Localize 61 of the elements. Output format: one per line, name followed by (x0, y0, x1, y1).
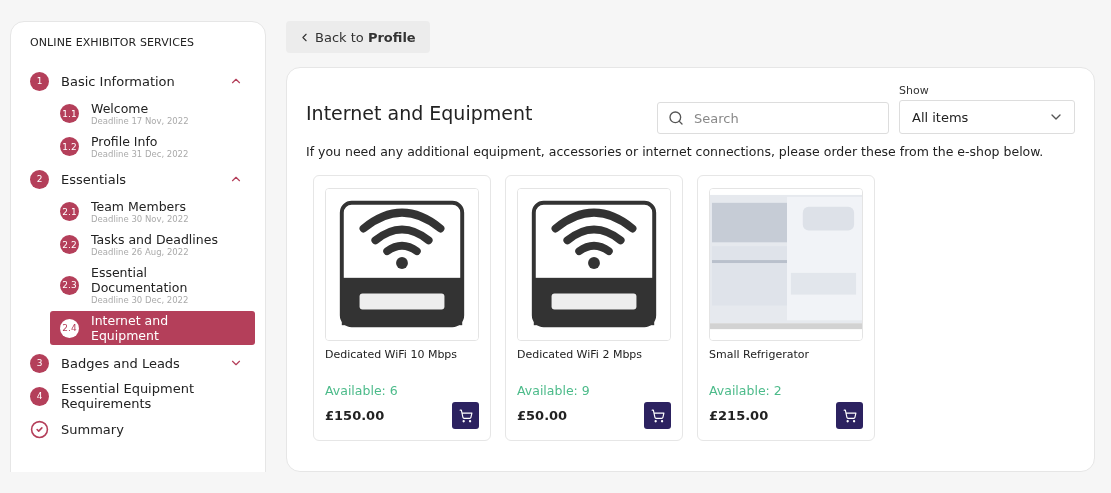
product-name: Dedicated WiFi 10 Mbps (325, 348, 459, 361)
product-name: Dedicated WiFi 2 Mbps (517, 348, 644, 361)
sidebar-title: ONLINE EXHIBITOR SERVICES (30, 36, 196, 49)
search-field[interactable]: Search (657, 102, 889, 134)
sidebar-item[interactable]: 2.1 Team Members Deadline 30 Nov, 2022 (50, 197, 255, 226)
section-label: Essential Equipment Requirements (61, 381, 195, 411)
product-price: £50.00 (517, 408, 568, 423)
availability-text: Available: 2 (709, 383, 783, 398)
cart-icon (458, 408, 473, 423)
cart-icon (650, 408, 665, 423)
step-number: 4 (30, 386, 49, 406)
sidebar-section[interactable]: 2 Essentials (30, 165, 255, 193)
sidebar-item[interactable]: 2.4 Internet and Equipment (50, 311, 255, 345)
sidebar-item[interactable]: 1.2 Profile Info Deadline 31 Dec, 2022 (50, 132, 255, 161)
item-label: Profile Info (91, 134, 159, 149)
availability-text: Available: 6 (325, 383, 399, 398)
description-text: If you need any additional equipment, accessories or internet connections, please order these from the e-shop below. (306, 144, 1045, 159)
page-title: Internet and Equipment (306, 102, 534, 124)
cart-icon (842, 408, 857, 423)
step-number: 2.1 (60, 202, 79, 221)
show-dropdown[interactable]: All items (899, 100, 1075, 134)
product-price: £150.00 (325, 408, 385, 423)
add-to-cart-button[interactable] (452, 402, 479, 429)
add-to-cart-button[interactable] (836, 402, 863, 429)
deadline-text: Deadline 17 Nov, 2022 (91, 116, 190, 126)
item-label: Welcome (91, 101, 150, 116)
sidebar-item[interactable]: 2.2 Tasks and Deadlines Deadline 26 Aug, 2022 (50, 230, 255, 259)
sidebar-item[interactable]: 1.1 Welcome Deadline 17 Nov, 2022 (50, 99, 255, 128)
step-number: 1.1 (60, 104, 79, 123)
show-label: Show (899, 84, 930, 97)
deadline-text: Deadline 30 Nov, 2022 (91, 214, 190, 224)
add-to-cart-button[interactable] (644, 402, 671, 429)
item-label: Essential Documentation (91, 265, 189, 295)
back-button[interactable]: Back to Profile (286, 21, 430, 53)
item-label: Internet and Equipment (91, 313, 170, 343)
sidebar-section[interactable]: 3 Badges and Leads (30, 349, 255, 377)
step-number: 3 (30, 353, 49, 373)
step-number: 1.2 (60, 137, 79, 156)
section-label: Basic Information (61, 73, 176, 89)
check-circle-icon (30, 419, 49, 439)
deadline-text: Deadline 31 Dec, 2022 (91, 149, 190, 159)
availability-text: Available: 9 (517, 383, 591, 398)
step-number: 2 (30, 169, 49, 189)
deadline-text: Deadline 26 Aug, 2022 (91, 247, 190, 257)
product-price: £215.00 (709, 408, 769, 423)
sidebar-item[interactable]: 2.3 Essential Documentation Deadline 30 Dec, 2022 (50, 263, 255, 307)
section-label: Badges and Leads (61, 355, 181, 371)
search-icon (668, 110, 684, 126)
section-label: Summary (61, 421, 125, 437)
step-number: 2.3 (60, 275, 79, 295)
sidebar-section[interactable]: 1 Basic Information (30, 67, 255, 95)
step-number: 1 (30, 71, 49, 91)
deadline-text: Deadline 30 Dec, 2022 (91, 295, 190, 305)
product-name: Small Refrigerator (709, 348, 810, 361)
step-number: 2.2 (60, 235, 79, 254)
section-label: Essentials (61, 171, 128, 187)
sidebar-section[interactable]: 4 Essential Equipment Requirements (30, 381, 255, 411)
item-label: Tasks and Deadlines (91, 232, 219, 247)
item-label: Team Members (91, 199, 187, 214)
step-number: 2.4 (60, 318, 79, 338)
sidebar-section[interactable]: Summary (30, 415, 255, 443)
